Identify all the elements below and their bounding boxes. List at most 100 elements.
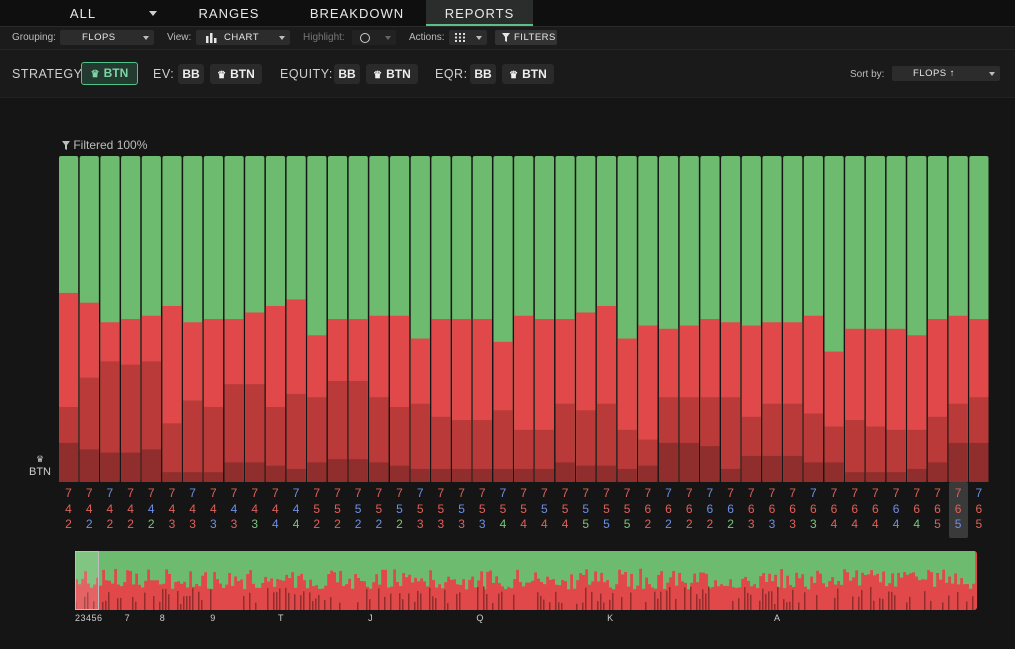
ev-btn-button[interactable]: ♛ BTN: [210, 64, 262, 84]
sort-dropdown[interactable]: FLOPS ↑: [892, 66, 1000, 81]
flop-label[interactable]: 755: [576, 486, 595, 533]
flop-label[interactable]: 754: [535, 486, 554, 533]
chart-bar[interactable]: [534, 156, 555, 482]
chart-bar[interactable]: [783, 156, 803, 482]
flop-label[interactable]: 764: [845, 486, 864, 533]
flop-label[interactable]: 764: [907, 486, 926, 533]
chart-bar[interactable]: [203, 156, 224, 482]
flop-label[interactable]: 742: [121, 486, 140, 533]
flop-label[interactable]: 762: [721, 486, 740, 533]
flop-label[interactable]: 743: [225, 486, 244, 533]
chart-bar[interactable]: [410, 156, 430, 482]
chart-bar[interactable]: [245, 156, 265, 482]
chart-bar[interactable]: [369, 156, 389, 482]
flop-label[interactable]: 754: [556, 486, 575, 533]
equity-btn-button[interactable]: ♛ BTN: [366, 64, 418, 84]
filters-button[interactable]: FILTERS: [495, 30, 557, 45]
chart-bar[interactable]: [100, 156, 120, 482]
chart-bar[interactable]: [348, 156, 368, 482]
chart-bar[interactable]: [286, 156, 306, 482]
flop-label[interactable]: 742: [142, 486, 161, 533]
highlight-dropdown[interactable]: [352, 30, 396, 45]
chart-bar[interactable]: [907, 156, 927, 482]
tab-all[interactable]: ALL: [40, 0, 126, 26]
chart-bar[interactable]: [721, 156, 741, 482]
tab-reports[interactable]: REPORTS: [426, 0, 533, 26]
flop-label[interactable]: 762: [680, 486, 699, 533]
flop-label[interactable]: 742: [100, 486, 119, 533]
chart-bar[interactable]: [493, 156, 513, 482]
chart-bar[interactable]: [865, 156, 886, 482]
flop-label[interactable]: 743: [183, 486, 202, 533]
chart-bar[interactable]: [596, 156, 617, 482]
flop-label[interactable]: 743: [245, 486, 264, 533]
flop-label[interactable]: 765: [969, 486, 988, 533]
flop-label[interactable]: 744: [266, 486, 285, 533]
strategy-btn-button[interactable]: ♛ BTN: [81, 62, 138, 85]
flop-label[interactable]: 752: [328, 486, 347, 533]
chart-bar[interactable]: [658, 156, 679, 482]
flop-label[interactable]: 765: [948, 482, 968, 538]
chart-bar[interactable]: [700, 156, 720, 482]
chart-bar[interactable]: [162, 156, 182, 482]
tab-breakdown[interactable]: BREAKDOWN: [296, 0, 418, 26]
chart-bar[interactable]: [845, 156, 865, 482]
flop-label[interactable]: 764: [887, 486, 906, 533]
chart-bar[interactable]: [927, 156, 948, 482]
flop-label[interactable]: 754: [493, 486, 512, 533]
chart-bar[interactable]: [472, 156, 492, 482]
eqr-btn-button[interactable]: ♛ BTN: [502, 64, 554, 84]
flop-label[interactable]: 763: [783, 486, 802, 533]
chart-bar[interactable]: [265, 156, 286, 482]
chart-bar[interactable]: [79, 156, 99, 482]
chart-bar[interactable]: [327, 156, 348, 482]
chart-bar[interactable]: [741, 156, 761, 482]
chart-bar[interactable]: [431, 156, 451, 482]
ev-bb-button[interactable]: BB: [178, 64, 204, 84]
equity-bb-button[interactable]: BB: [334, 64, 360, 84]
chart-bar[interactable]: [617, 156, 637, 482]
flop-label[interactable]: 763: [742, 486, 761, 533]
flop-label[interactable]: 754: [514, 486, 533, 533]
flop-label[interactable]: 762: [638, 486, 657, 533]
eqr-bb-button[interactable]: BB: [470, 64, 496, 84]
tab-ranges[interactable]: RANGES: [186, 0, 272, 26]
chart-bar[interactable]: [969, 156, 989, 482]
chart-bar[interactable]: [762, 156, 782, 482]
grouping-dropdown[interactable]: FLOPS: [60, 30, 154, 45]
minimap-viewport-handle[interactable]: [75, 551, 99, 610]
chart-bar[interactable]: [886, 156, 906, 482]
flop-label[interactable]: 742: [80, 486, 99, 533]
chart-bar[interactable]: [555, 156, 575, 482]
chart-bar[interactable]: [948, 156, 968, 482]
chart-bar[interactable]: [514, 156, 534, 482]
chart-bar[interactable]: [638, 156, 658, 482]
chevron-down-icon[interactable]: [149, 11, 157, 16]
flop-label[interactable]: 742: [59, 486, 78, 533]
flop-label[interactable]: 763: [762, 486, 781, 533]
flop-label[interactable]: 763: [804, 486, 823, 533]
flop-label[interactable]: 762: [659, 486, 678, 533]
chart-bar[interactable]: [307, 156, 327, 482]
flop-label[interactable]: 755: [618, 486, 637, 533]
flop-label[interactable]: 752: [349, 486, 368, 533]
chart-bar[interactable]: [59, 156, 79, 482]
flop-label[interactable]: 743: [162, 486, 181, 533]
flop-label[interactable]: 753: [473, 486, 492, 533]
flop-label[interactable]: 764: [824, 486, 843, 533]
flop-label[interactable]: 753: [431, 486, 450, 533]
flop-label[interactable]: 765: [928, 486, 947, 533]
view-dropdown[interactable]: CHART: [196, 30, 290, 45]
chart-bar[interactable]: [224, 156, 244, 482]
flop-label[interactable]: 752: [307, 486, 326, 533]
flop-label[interactable]: 764: [866, 486, 885, 533]
flop-label[interactable]: 755: [597, 486, 616, 533]
flop-label[interactable]: 743: [204, 486, 223, 533]
chart-bar[interactable]: [679, 156, 699, 482]
flop-label[interactable]: 753: [452, 486, 471, 533]
chart-bar[interactable]: [121, 156, 141, 482]
chart-bar[interactable]: [452, 156, 472, 482]
chart-bar[interactable]: [390, 156, 410, 482]
chart-minimap[interactable]: [75, 551, 977, 610]
flop-label[interactable]: 753: [411, 486, 430, 533]
